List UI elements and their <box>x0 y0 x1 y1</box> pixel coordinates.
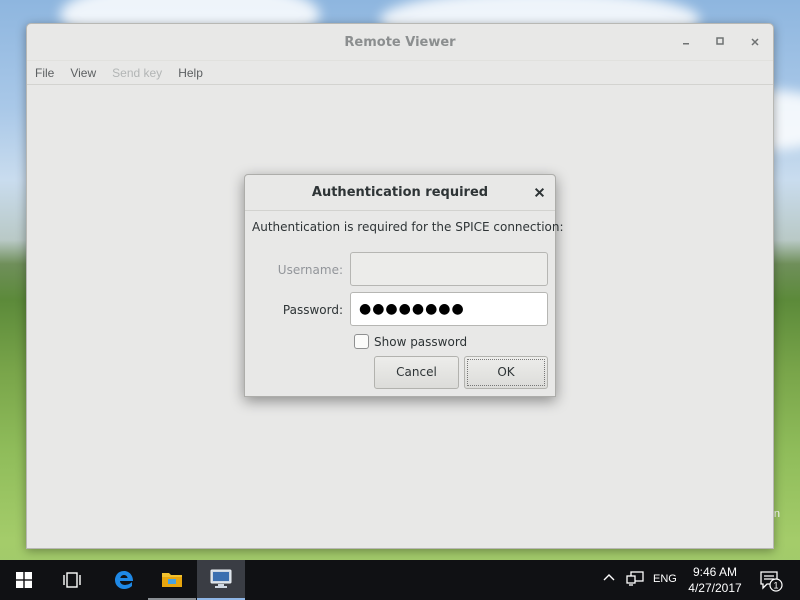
remote-viewer-icon <box>210 569 232 588</box>
show-password-checkbox[interactable] <box>354 334 369 349</box>
dialog-title: Authentication required <box>311 185 489 200</box>
show-password-row[interactable]: Show password <box>354 334 467 349</box>
taskbar: ENG 9:46 AM 4/27/2017 1 <box>0 560 800 600</box>
authentication-dialog: Authentication required Authentication i… <box>244 174 564 397</box>
action-center-button[interactable]: 1 <box>759 570 783 595</box>
notification-icon: 1 <box>760 571 783 592</box>
close-button[interactable] <box>745 33 765 53</box>
menu-send-key: Send key <box>112 65 163 80</box>
menu-help[interactable]: Help <box>178 66 203 80</box>
username-label: Username: <box>277 263 343 277</box>
notification-count: 1 <box>773 581 778 591</box>
window-title: Remote Viewer <box>344 35 456 50</box>
edge-button[interactable] <box>100 560 148 600</box>
menu-view[interactable]: View <box>70 66 96 80</box>
input-language-indicator[interactable]: ENG <box>653 573 677 585</box>
task-view-button[interactable] <box>48 560 96 600</box>
windows-start-icon <box>16 572 32 588</box>
cancel-button[interactable]: Cancel <box>374 356 459 389</box>
dialog-titlebar[interactable]: Authentication required <box>245 175 555 211</box>
chevron-up-icon <box>603 574 615 581</box>
remote-viewer-taskbar-button[interactable] <box>197 560 245 600</box>
show-password-label[interactable]: Show password <box>374 335 467 349</box>
username-field <box>350 252 548 286</box>
network-button[interactable] <box>626 571 644 590</box>
clock[interactable]: 9:46 AM 4/27/2017 <box>686 564 744 596</box>
dialog-message: Authentication is required for the SPICE… <box>252 220 564 234</box>
file-explorer-icon <box>162 573 182 587</box>
window-titlebar[interactable]: Remote Viewer <box>27 24 773 61</box>
menu-file[interactable]: File <box>35 66 54 80</box>
file-explorer-button[interactable] <box>148 560 196 600</box>
desktop-stray-text: n <box>773 508 780 520</box>
task-view-icon <box>63 572 81 588</box>
ok-button[interactable]: OK <box>464 356 548 389</box>
minimize-icon <box>683 43 689 45</box>
edge-icon <box>115 571 133 589</box>
show-hidden-icons-button[interactable] <box>603 571 615 585</box>
maximize-button[interactable] <box>710 33 730 53</box>
maximize-icon <box>716 37 724 45</box>
dialog-close-button[interactable] <box>534 183 545 202</box>
clock-date: 4/27/2017 <box>688 581 742 595</box>
password-label: Password: <box>282 303 343 317</box>
network-icon <box>626 571 644 586</box>
password-field[interactable]: ●●●●●●●● <box>350 292 548 326</box>
start-button[interactable] <box>0 560 48 600</box>
clock-time: 9:46 AM <box>692 565 738 579</box>
menubar: File View Send key Help <box>27 61 773 85</box>
password-value: ●●●●●●●● <box>359 301 465 317</box>
close-icon <box>534 187 545 198</box>
minimize-button[interactable] <box>676 33 696 53</box>
close-icon <box>751 38 759 46</box>
